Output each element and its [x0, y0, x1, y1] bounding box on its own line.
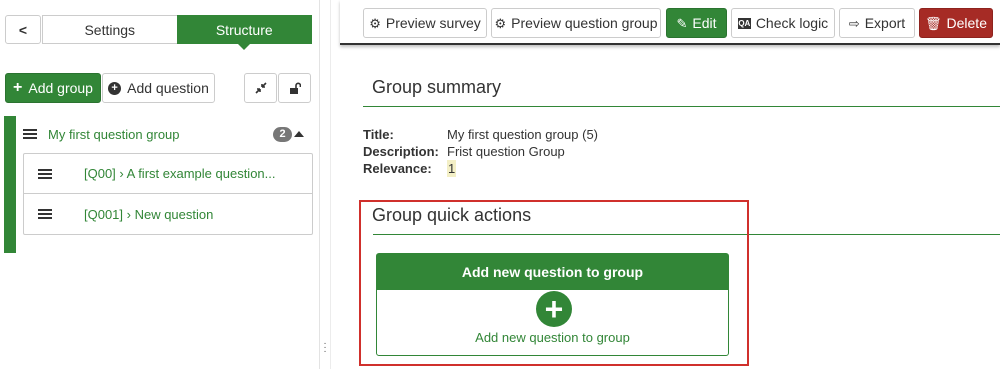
resize-handle[interactable]: · · · [322, 339, 328, 357]
toolbar: ⚙ Preview survey ⚙ Preview question grou… [340, 0, 1000, 45]
preview-question-group-button[interactable]: ⚙ Preview question group [491, 8, 661, 38]
detail-row-description: Description: Frist question Group [363, 143, 598, 160]
unlock-button[interactable] [278, 73, 311, 103]
check-logic-icon: QA [737, 17, 751, 29]
collapse-icon [254, 82, 267, 94]
add-group-button[interactable]: + Add group [5, 73, 101, 103]
add-question-button[interactable]: + Add question [102, 73, 215, 103]
preview-survey-button[interactable]: ⚙ Preview survey [363, 8, 487, 38]
question-item[interactable]: [Q001] › New question [24, 194, 312, 234]
relevance-value: 1 [447, 160, 457, 177]
detail-key: Title: [363, 127, 394, 142]
plus-circle-icon: + [108, 81, 122, 95]
drag-handle-icon[interactable] [38, 207, 52, 221]
section-divider [363, 106, 1000, 107]
question-list: [Q00] › A first example question... [Q00… [23, 153, 313, 235]
drag-handle-icon[interactable] [23, 127, 37, 141]
sidebar: < Settings Structure + Add group + Add q… [0, 0, 320, 369]
group-details: Title: My first question group (5) Descr… [363, 126, 598, 177]
question-label[interactable]: [Q00] › A first example question... [84, 166, 284, 181]
add-question-label: Add question [127, 80, 209, 96]
collapse-all-button[interactable] [244, 73, 277, 103]
preview-group-label: Preview question group [511, 15, 658, 31]
edit-button[interactable]: ✎ Edit [666, 8, 727, 38]
detail-row-title: Title: My first question group (5) [363, 126, 598, 143]
detail-key: Description: [363, 144, 439, 159]
check-logic-button[interactable]: QA Check logic [731, 8, 835, 38]
delete-button[interactable]: 🗑 Delete [919, 8, 993, 38]
sidebar-tabs: Settings Structure [42, 15, 312, 50]
unlock-icon [289, 82, 301, 94]
preview-survey-label: Preview survey [385, 15, 481, 31]
gear-icon: ⚙ [369, 15, 381, 31]
check-logic-label: Check logic [755, 15, 829, 31]
question-group-row[interactable]: My first question group 2 [16, 116, 314, 152]
tab-structure[interactable]: Structure [176, 15, 312, 50]
pencil-icon: ✎ [676, 15, 688, 31]
add-group-label: Add group [28, 80, 93, 96]
back-button[interactable]: < [5, 15, 41, 44]
highlight-box [359, 200, 749, 366]
export-label: Export [864, 15, 906, 31]
question-label[interactable]: [Q001] › New question [84, 207, 284, 222]
detail-value: Frist question Group [447, 144, 565, 159]
collapse-caret-icon[interactable] [294, 131, 304, 137]
tab-settings[interactable]: Settings [42, 15, 177, 44]
gear-icon: ⚙ [494, 15, 507, 31]
detail-row-relevance: Relevance: 1 [363, 160, 598, 177]
question-group-label[interactable]: My first question group [48, 127, 180, 142]
group-summary-title: Group summary [372, 77, 502, 97]
export-icon: ⇨ [848, 15, 860, 31]
detail-key: Relevance: [363, 161, 432, 176]
plus-icon: + [13, 79, 23, 96]
detail-value: My first question group (5) [447, 127, 599, 142]
drag-handle-icon[interactable] [38, 167, 52, 181]
trash-icon: 🗑 [925, 15, 942, 31]
sidebar-divider [319, 0, 320, 369]
back-icon: < [18, 21, 28, 38]
app-root: < Settings Structure + Add group + Add q… [0, 0, 1000, 369]
edit-label: Edit [692, 15, 717, 31]
question-count-badge: 2 [273, 127, 292, 142]
resize-divider [330, 0, 331, 369]
delete-label: Delete [946, 15, 987, 31]
export-button[interactable]: ⇨ Export [839, 8, 915, 38]
question-item[interactable]: [Q00] › A first example question... [24, 154, 312, 194]
question-tree: My first question group 2 [Q00] › A firs… [4, 116, 314, 253]
